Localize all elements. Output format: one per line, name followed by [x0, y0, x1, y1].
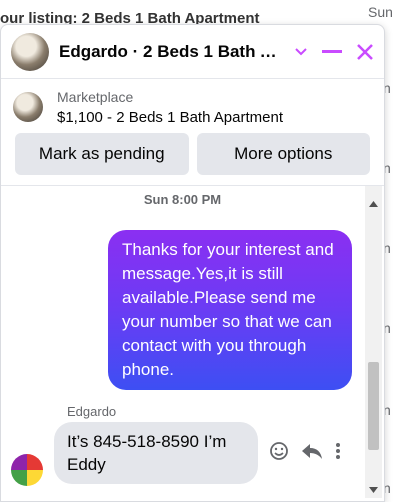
sender-name: Edgardo	[67, 404, 117, 419]
chat-header: Edgardo · 2 Beds 1 Bath Apartment	[1, 25, 384, 79]
chat-title[interactable]: Edgardo · 2 Beds 1 Bath Apartment	[59, 42, 279, 62]
close-icon[interactable]	[356, 43, 374, 61]
scroll-up-arrow-icon[interactable]	[369, 194, 378, 212]
outgoing-message[interactable]: Thanks for your interest and message.Yes…	[108, 230, 352, 390]
listing-name: $1,100 - 2 Beds 1 Bath Apartment	[57, 108, 283, 126]
message-timestamp: Sun 8:00 PM	[143, 192, 222, 207]
sender-avatar[interactable]	[11, 454, 43, 486]
listing-card[interactable]: Marketplace $1,100 - 2 Beds 1 Bath Apart…	[1, 79, 384, 135]
scroll-down-arrow-icon[interactable]	[369, 480, 378, 498]
scrollbar-thumb[interactable]	[368, 362, 379, 450]
emoji-react-icon[interactable]	[269, 441, 289, 461]
reply-icon[interactable]	[301, 442, 323, 460]
more-actions-icon[interactable]	[335, 442, 341, 460]
listing-thumbnail	[13, 92, 43, 122]
chat-window: Edgardo · 2 Beds 1 Bath Apartment Market…	[0, 24, 385, 502]
listing-source: Marketplace	[57, 88, 134, 105]
minimize-icon[interactable]	[322, 49, 342, 54]
more-options-button[interactable]: More options	[196, 133, 370, 175]
message-scrollbar[interactable]	[365, 186, 382, 498]
background-date: Sun	[368, 4, 393, 20]
chevron-down-icon[interactable]	[294, 47, 308, 57]
listing-avatar[interactable]	[11, 32, 49, 71]
message-thread: Sun 8:00 PM Thanks for your interest and…	[1, 186, 384, 498]
incoming-message[interactable]: It’s 845-518-8590 I’m Eddy	[54, 422, 258, 484]
mark-as-pending-button[interactable]: Mark as pending	[15, 133, 189, 175]
